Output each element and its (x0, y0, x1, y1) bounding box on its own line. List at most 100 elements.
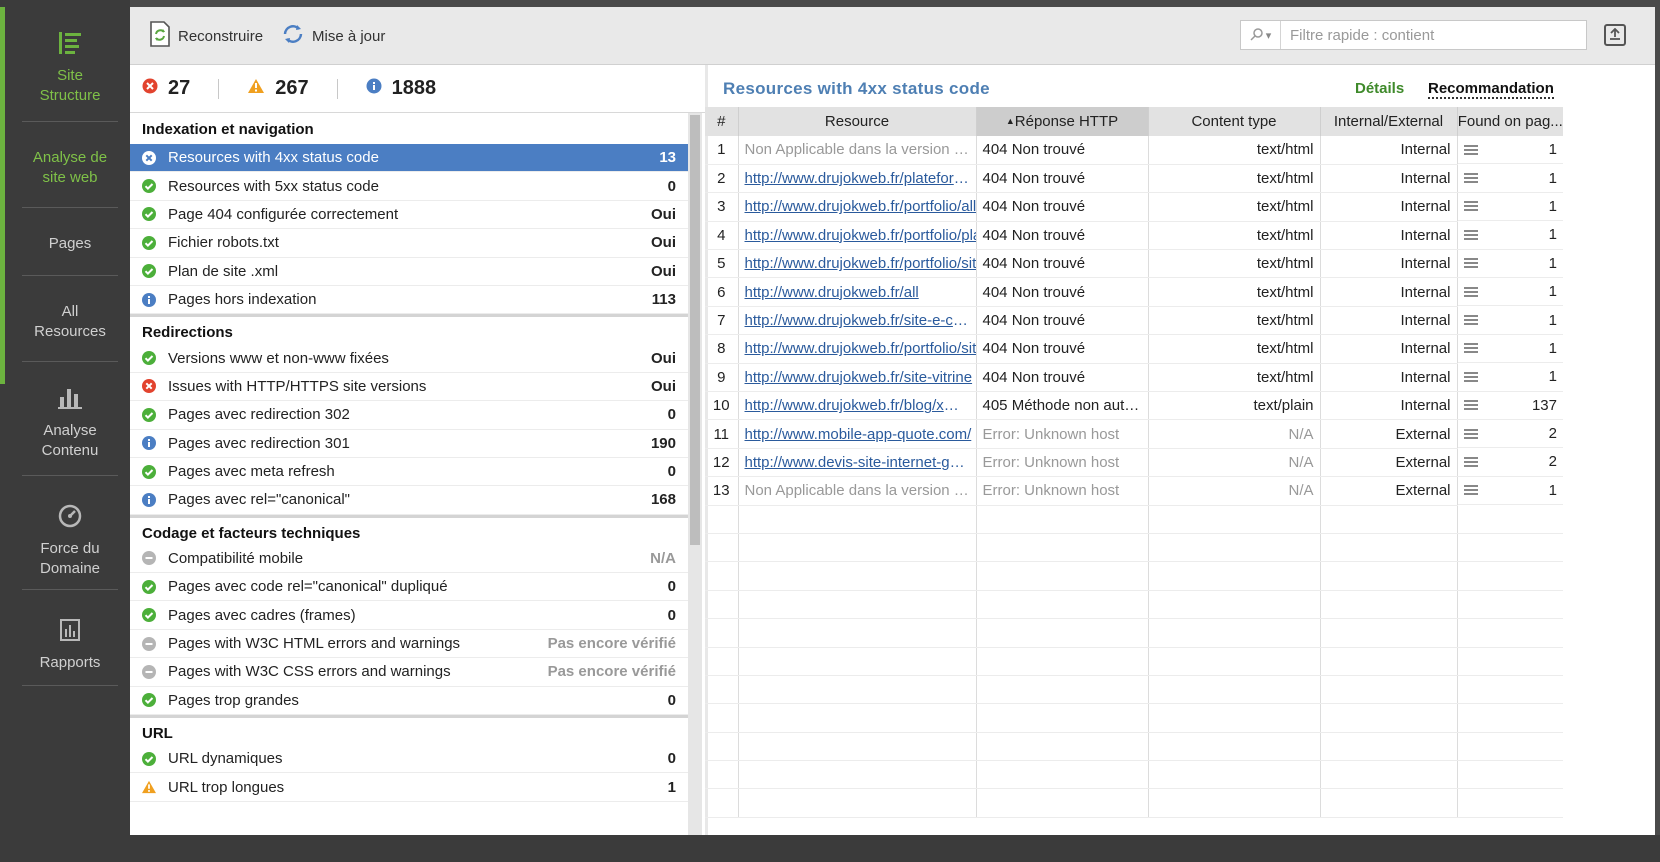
table-row[interactable]: 8 http://www.drujokweb.fr/portfolio/site-… (705, 334, 1563, 364)
nav-pages[interactable]: Pages (22, 234, 118, 254)
resource-link[interactable]: http://www.mobile-app-quote.com/ (738, 419, 977, 449)
menu-icon[interactable] (1463, 173, 1478, 184)
nav-all-resources[interactable]: All Resources (22, 302, 118, 342)
table-row[interactable]: 4 http://www.drujokweb.fr/portfolio/plate… (705, 221, 1563, 251)
issue-row[interactable]: Compatibilité mobile N/A (130, 545, 688, 574)
resource-link[interactable]: http://www.drujokweb.fr/portfolio/all (738, 192, 977, 222)
resource-link[interactable]: http://www.drujokweb.fr/portfolio/site-v (738, 249, 977, 279)
resource-link[interactable]: http://www.drujokweb.fr/site-e-comm... (738, 306, 977, 336)
search-dropdown[interactable]: ▾ (1241, 21, 1281, 49)
table-row[interactable]: 12 http://www.devis-site-internet-gratuit… (705, 448, 1563, 478)
quick-filter-input[interactable] (1281, 21, 1586, 49)
issue-row[interactable]: Plan de site .xml Oui (130, 258, 688, 286)
menu-icon[interactable] (1463, 371, 1478, 382)
error-count[interactable]: 27 (142, 77, 190, 100)
update-button[interactable]: Mise à jour (280, 19, 385, 53)
issue-row[interactable]: Pages avec rel="canonical" 168 (130, 486, 688, 515)
column-header-internal-external[interactable]: Internal/External (1320, 107, 1458, 136)
cell-resource: Non Applicable dans la version Gra... (738, 476, 977, 506)
nav-force-domaine[interactable]: Force du Domaine (22, 503, 118, 579)
issue-row[interactable]: Pages avec redirection 301 190 (130, 430, 688, 458)
issues-scrollbar-thumb[interactable] (690, 115, 700, 545)
issue-row[interactable]: Page 404 configurée correctement Oui (130, 201, 688, 230)
table-row[interactable]: 13 Non Applicable dans la version Gra... E… (705, 476, 1563, 506)
cell-number: 11 (705, 419, 739, 449)
export-icon (1609, 27, 1621, 44)
cell-found-on-pages: 2 (1457, 420, 1563, 449)
menu-icon[interactable] (1463, 400, 1478, 411)
table-row[interactable]: 9 http://www.drujokweb.fr/site-vitrine 404… (705, 363, 1563, 393)
resource-link[interactable]: http://www.drujokweb.fr/blog/xmlrpc.... (738, 391, 977, 421)
cell-http-response: 404 Non trouvé (976, 249, 1149, 279)
table-row[interactable]: 7 http://www.drujokweb.fr/site-e-comm... 4… (705, 306, 1563, 336)
cell-internal-external: Internal (1320, 136, 1458, 165)
issue-row[interactable]: Resources with 5xx status code 0 (130, 172, 688, 201)
issue-row[interactable]: Pages with W3C HTML errors and warnings P… (130, 630, 688, 659)
issue-row[interactable]: Fichier robots.txt Oui (130, 229, 688, 258)
table-row[interactable]: 1 Non Applicable dans la version Gra... 40… (705, 136, 1563, 165)
rebuild-button[interactable]: Reconstruire (148, 19, 263, 53)
issue-row[interactable]: Pages trop grandes 0 (130, 687, 688, 716)
menu-icon[interactable] (1463, 144, 1478, 155)
column-header-resource[interactable]: Resource (738, 107, 977, 136)
empty-cell (705, 618, 739, 648)
issue-row[interactable]: Pages avec cadres (frames) 0 (130, 601, 688, 630)
resources-table: # Resource ▲Réponse HTTP Content type In… (705, 107, 1563, 835)
issue-row[interactable]: Issues with HTTP/HTTPS site versions Oui (130, 373, 688, 402)
resource-link[interactable]: http://www.drujokweb.fr/portfolio/platef (738, 221, 977, 251)
menu-icon[interactable] (1463, 456, 1478, 467)
issue-row[interactable]: Pages avec code rel="canonical" dupliqué… (130, 573, 688, 602)
menu-icon[interactable] (1463, 201, 1478, 212)
table-row[interactable]: 5 http://www.drujokweb.fr/portfolio/site-… (705, 249, 1563, 279)
info-count[interactable]: 1888 (366, 77, 436, 100)
issue-row[interactable]: URL dynamiques 0 (130, 745, 688, 774)
nav-analyse-contenu[interactable]: Analyse Contenu (22, 385, 118, 461)
table-row[interactable]: 2 http://www.drujokweb.fr/plateforme-... 4… (705, 164, 1563, 194)
issue-row[interactable]: Pages with W3C CSS errors and warnings Pa… (130, 658, 688, 687)
column-header-found-on-pages[interactable]: Found on pag... (1457, 107, 1563, 136)
table-row[interactable]: 3 http://www.drujokweb.fr/portfolio/all 40… (705, 192, 1563, 222)
nav-label: Structure (39, 87, 101, 104)
menu-icon[interactable] (1463, 315, 1478, 326)
check-circle-icon (142, 579, 156, 594)
issue-label: Page 404 configurée correctement (168, 205, 399, 223)
cell-content-type: text/html (1148, 306, 1321, 336)
resource-link[interactable]: http://www.drujokweb.fr/all (738, 277, 977, 307)
main-area: Reconstruire Mise à jour ▾ Filtre rapide… (130, 7, 1655, 835)
warning-count[interactable]: 267 (247, 77, 309, 100)
resource-link[interactable]: http://www.drujokweb.fr/portfolio/site-e (738, 334, 977, 364)
issue-row[interactable]: Resources with 4xx status code 13 (130, 144, 688, 173)
issue-row[interactable]: Pages hors indexation 113 (130, 286, 688, 315)
menu-icon[interactable] (1463, 343, 1478, 354)
issue-row[interactable]: Pages avec redirection 302 0 (130, 401, 688, 430)
nav-site-structure[interactable]: Site Structure (22, 30, 118, 106)
export-button[interactable] (1604, 24, 1626, 46)
resource-link[interactable]: http://www.devis-site-internet-gratuit..… (738, 448, 977, 478)
menu-icon[interactable] (1463, 229, 1478, 240)
menu-icon[interactable] (1463, 428, 1478, 439)
column-header-http-response[interactable]: ▲Réponse HTTP (976, 107, 1149, 136)
resource-link[interactable]: http://www.drujokweb.fr/site-vitrine (738, 363, 977, 393)
column-header-number[interactable]: # (705, 107, 739, 136)
menu-icon[interactable] (1463, 485, 1478, 496)
nav-rapports[interactable]: Rapports (22, 617, 118, 673)
resource-link[interactable]: http://www.drujokweb.fr/plateforme-... (738, 164, 977, 194)
empty-row (705, 675, 1563, 705)
tab-details[interactable]: Détails (1355, 80, 1404, 97)
issue-value: 0 (667, 691, 676, 709)
empty-row (705, 533, 1563, 563)
column-header-content-type[interactable]: Content type (1148, 107, 1321, 136)
table-row[interactable]: 11 http://www.mobile-app-quote.com/Error:… (705, 419, 1563, 449)
issue-row[interactable]: Versions www et non-www fixées Oui (130, 344, 688, 373)
issue-row[interactable]: URL trop longues 1 (130, 773, 688, 802)
menu-icon[interactable] (1463, 286, 1478, 297)
menu-icon[interactable] (1463, 258, 1478, 269)
nav-analyse-site-web[interactable]: Analyse de site web (22, 148, 118, 188)
sidebar-active-indicator (0, 7, 5, 384)
table-row[interactable]: 10 http://www.drujokweb.fr/blog/xmlrpc...… (705, 391, 1563, 421)
table-row[interactable]: 6 http://www.drujokweb.fr/all 404 Non trou… (705, 277, 1563, 307)
issues-scrollbar[interactable] (688, 113, 702, 835)
empty-cell (1457, 675, 1563, 705)
tab-recommandation[interactable]: Recommandation (1428, 80, 1554, 99)
issue-row[interactable]: Pages avec meta refresh 0 (130, 458, 688, 487)
